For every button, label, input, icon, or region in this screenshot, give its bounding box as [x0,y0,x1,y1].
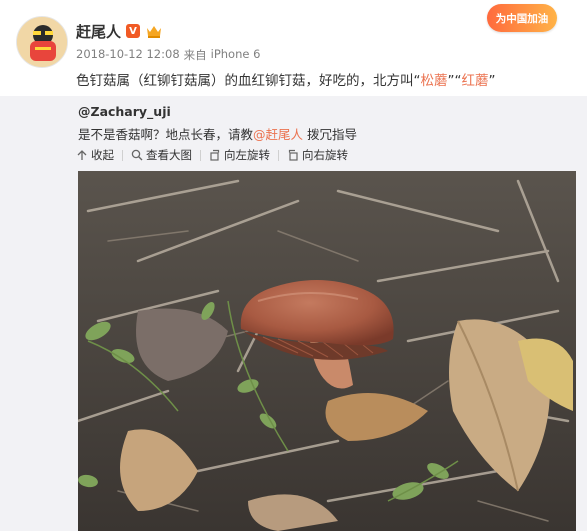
rotate-right-button[interactable]: 向右旋转 [287,147,348,163]
hashtag-songmo[interactable]: 松蘑 [421,73,448,89]
avatar[interactable] [16,16,68,68]
post-text-part: ” [488,73,496,89]
post-timestamp[interactable]: 2018-10-12 12:08 [76,47,180,63]
toolbar-divider [122,149,123,161]
source-prefix: 来自 [183,48,207,62]
collapse-icon [76,149,88,161]
post-text-part: 色钉菇属（红铆钉菇属）的血红铆钉菇，好吃的，北方叫“ [76,73,421,89]
rotate-left-label: 向左旋转 [224,148,270,162]
view-large-label: 查看大图 [146,148,192,162]
verified-badge: V [126,24,141,38]
toolbar-divider [200,149,201,161]
repost-text-part: 拨冗指导 [303,127,358,142]
post-text: 色钉菇属（红铆钉菇属）的血红铆钉菇，好吃的，北方叫“松蘑”“红蘑” [76,69,496,89]
author-name[interactable]: 赶尾人 [76,21,121,42]
post-text-part: ”“ [447,73,462,89]
collapse-button[interactable]: 收起 [76,147,114,163]
magnifier-icon [131,149,143,161]
rotate-right-icon [287,149,299,161]
rotate-right-label: 向右旋转 [302,148,348,162]
promo-badge[interactable]: 为中国加油 [487,4,557,32]
image-toolbar: 收起 查看大图 向左旋转 向右旋转 [76,146,348,164]
view-large-button[interactable]: 查看大图 [131,147,192,163]
rotate-left-icon [209,149,221,161]
repost-text: 是不是香菇啊？地点长春，请教@赶尾人 拨冗指导 [78,124,357,143]
post-source: iPhone 6 [210,47,261,61]
weibo-post: 赶尾人 V 2018-10-12 12:08 来自 iPhone 6 为中国加油… [0,0,587,531]
repost-text-part: 是不是香菇啊？地点长春，请教 [78,127,254,142]
collapse-label: 收起 [91,148,114,162]
toolbar-divider [278,149,279,161]
rotate-left-button[interactable]: 向左旋转 [209,147,270,163]
hashtag-hongmo[interactable]: 红蘑 [462,73,489,89]
author-line: 赶尾人 V [76,20,163,42]
repost-author[interactable]: @Zachary_uji [78,104,171,119]
crown-icon [145,23,163,39]
post-photo[interactable] [78,171,576,531]
mention-link[interactable]: @赶尾人 [253,127,303,142]
post-meta: 2018-10-12 12:08 来自 iPhone 6 [76,47,260,63]
